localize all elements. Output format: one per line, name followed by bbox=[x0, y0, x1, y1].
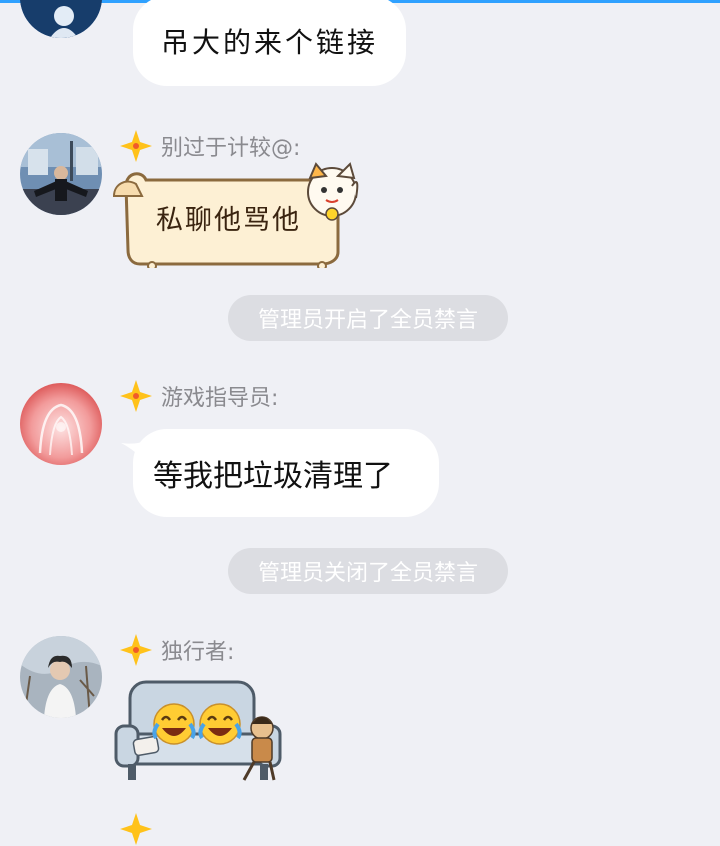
lucky-cat-scroll-sticker[interactable]: 私聊他骂他 bbox=[112, 162, 362, 271]
sender-avatar[interactable] bbox=[20, 383, 102, 465]
bubble-tail bbox=[121, 441, 145, 461]
message-text: 等我把垃圾清理了 bbox=[153, 459, 393, 494]
member-badge-icon bbox=[120, 813, 152, 845]
laughing-emoji-icon bbox=[198, 703, 242, 745]
sender-nickname: 游戏指导员: bbox=[119, 379, 278, 413]
member-badge-icon bbox=[120, 130, 152, 162]
system-notice-text: 管理员关闭了全员禁言 bbox=[257, 561, 478, 586]
sender-nickname: 别过于计较@: bbox=[119, 129, 300, 163]
laughing-sofa-sticker[interactable] bbox=[112, 680, 288, 786]
member-badge-icon bbox=[120, 634, 152, 666]
message-text: 吊大的来个链接 bbox=[161, 26, 379, 59]
sender-avatar[interactable] bbox=[20, 636, 102, 718]
sender-avatar[interactable] bbox=[20, 0, 102, 38]
sender-nickname: 独行者: bbox=[119, 633, 234, 667]
sender-name: 游戏指导员: bbox=[161, 386, 279, 411]
message-bubble[interactable]: 吊大的来个链接 bbox=[133, 0, 406, 86]
message-bubble[interactable]: 等我把垃圾清理了 bbox=[121, 429, 439, 517]
member-badge-icon bbox=[120, 380, 152, 412]
sender-name: 独行者: bbox=[161, 640, 235, 665]
system-notice: 管理员关闭了全员禁言 bbox=[228, 548, 508, 594]
laughing-emoji-icon bbox=[152, 703, 196, 745]
sender-avatar[interactable] bbox=[20, 133, 102, 215]
system-notice: 管理员开启了全员禁言 bbox=[228, 295, 508, 341]
sticker-text: 私聊他骂他 bbox=[156, 205, 301, 236]
system-notice-text: 管理员开启了全员禁言 bbox=[257, 308, 478, 333]
sender-name: 别过于计较@: bbox=[161, 136, 301, 161]
